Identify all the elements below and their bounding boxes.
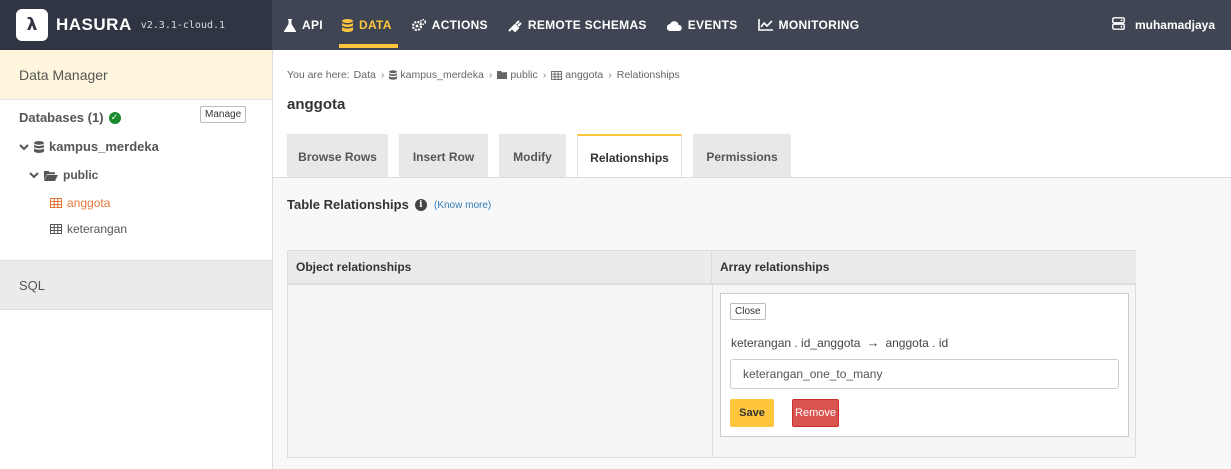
table-tabs: Browse Rows Insert Row Modify Relationsh… (287, 134, 802, 179)
nav-label: EVENTS (687, 18, 738, 32)
tab-insert-row[interactable]: Insert Row (399, 134, 488, 178)
nav-label: MONITORING (778, 18, 860, 32)
object-relationships-header: Object relationships (288, 251, 712, 285)
sidebar-header-label: Data Manager (19, 66, 108, 83)
sidebar-table-keterangan[interactable]: keterangan (50, 222, 127, 236)
table-icon (50, 224, 62, 234)
chevron-right-icon: › (488, 69, 493, 81)
breadcrumb-label: anggota (565, 69, 604, 81)
database-icon (342, 18, 353, 32)
column-divider (712, 285, 713, 457)
server-icon (1112, 17, 1125, 33)
know-more-link[interactable]: (Know more) (434, 200, 491, 211)
user-menu[interactable]: muhamadjaya (1112, 0, 1215, 50)
folder-icon (497, 71, 508, 79)
section-title-label: Table Relationships (287, 197, 409, 212)
chevron-down-icon (29, 171, 39, 179)
arrow-right-icon: → (866, 335, 880, 350)
top-navbar: λ HASURA v2.3.1-cloud.1 API DATA ACTIONS (0, 0, 1231, 50)
sidebar-database-kampus-merdeka[interactable]: kampus_merdeka (19, 139, 159, 154)
check-circle-icon: ✓ (108, 111, 121, 124)
breadcrumb-label: kampus_merdeka (400, 69, 484, 81)
table-icon (551, 70, 563, 80)
nav-label: DATA (359, 18, 392, 32)
array-relationship-editor: Close keterangan . id_anggota → anggota … (720, 293, 1129, 437)
line-chart-icon (757, 19, 773, 31)
chevron-right-icon: › (542, 69, 547, 81)
breadcrumb-item-current: Relationships (616, 69, 680, 81)
array-relationships-header: Array relationships (712, 251, 1136, 285)
breadcrumb: You are here: Data › kampus_merdeka › pu… (287, 69, 680, 81)
cloud-icon (666, 20, 682, 31)
save-button[interactable]: Save (730, 399, 774, 427)
breadcrumb-item-database[interactable]: kampus_merdeka (389, 69, 484, 81)
chevron-right-icon: › (608, 69, 612, 81)
database-icon (389, 70, 398, 80)
breadcrumb-item-data[interactable]: Data (354, 69, 376, 81)
schema-name: public (63, 168, 99, 182)
breadcrumb-prefix: You are here: (287, 69, 350, 81)
tab-browse-rows[interactable]: Browse Rows (287, 134, 388, 178)
relationship-name-input[interactable]: keterangan_one_to_many (730, 359, 1119, 389)
table-name: keterangan (67, 222, 128, 236)
nav-monitoring[interactable]: MONITORING (757, 0, 860, 50)
nav-data[interactable]: DATA (339, 0, 398, 50)
mapping-from: keterangan . id_anggota (731, 335, 861, 350)
sidebar: Data Manager Databases (1) ✓ Manage kamp… (0, 50, 273, 469)
info-circle-icon[interactable]: i (414, 198, 427, 211)
close-button[interactable]: Close (730, 303, 766, 320)
nav-label: REMOTE SCHEMAS (527, 18, 647, 32)
sidebar-table-anggota[interactable]: anggota (50, 196, 110, 210)
user-name: muhamadjaya (1134, 18, 1215, 32)
data-manager-header[interactable]: Data Manager (0, 50, 272, 100)
remove-button[interactable]: Remove (792, 399, 839, 427)
sidebar-schema-public[interactable]: public (29, 168, 98, 182)
mapping-to: anggota . id (885, 335, 949, 350)
databases-heading: Databases (1) ✓ (19, 110, 121, 125)
hasura-logo-icon: λ (16, 9, 48, 41)
sql-label: SQL (19, 277, 46, 293)
tab-modify[interactable]: Modify (499, 134, 566, 178)
database-icon (34, 140, 44, 153)
main-nav: API DATA ACTIONS REMOTE SCHEMAS EVENTS M… (284, 0, 879, 50)
nav-label: API (302, 18, 323, 32)
sidebar-sql[interactable]: SQL (0, 260, 272, 310)
section-title: Table Relationships i (287, 197, 427, 212)
brand-name: HASURA (56, 15, 132, 34)
breadcrumb-label: public (510, 69, 538, 81)
relationships-panel: Table Relationships i (Know more) Object… (273, 178, 1231, 469)
nav-api[interactable]: API (284, 0, 323, 50)
nav-label: ACTIONS (431, 18, 488, 32)
nav-events[interactable]: EVENTS (666, 0, 738, 50)
database-name: kampus_merdeka (49, 139, 159, 154)
table-icon (50, 198, 62, 208)
nav-actions[interactable]: ACTIONS (411, 0, 488, 50)
manage-button[interactable]: Manage (200, 106, 247, 123)
chevron-down-icon (19, 143, 29, 151)
breadcrumb-item-schema[interactable]: public (497, 69, 538, 81)
page-title: anggota (287, 96, 346, 113)
brand-version: v2.3.1-cloud.1 (140, 19, 226, 31)
tab-permissions[interactable]: Permissions (693, 134, 791, 178)
folder-open-icon (44, 170, 58, 181)
breadcrumb-item-table[interactable]: anggota (551, 69, 603, 81)
brand[interactable]: λ HASURA v2.3.1-cloud.1 (0, 0, 272, 50)
nav-remote-schemas[interactable]: REMOTE SCHEMAS (508, 0, 647, 50)
databases-label: Databases (1) (19, 110, 104, 125)
tab-relationships[interactable]: Relationships (577, 134, 682, 179)
gears-icon (411, 18, 426, 32)
main-content: You are here: Data › kampus_merdeka › pu… (273, 50, 1231, 469)
relationships-table: Object relationships Array relationships… (287, 250, 1136, 458)
plug-icon (508, 18, 522, 32)
flask-icon (284, 18, 296, 32)
relationship-mapping: keterangan . id_anggota → anggota . id (731, 335, 948, 350)
chevron-right-icon: › (380, 69, 385, 81)
table-name: anggota (67, 196, 111, 210)
